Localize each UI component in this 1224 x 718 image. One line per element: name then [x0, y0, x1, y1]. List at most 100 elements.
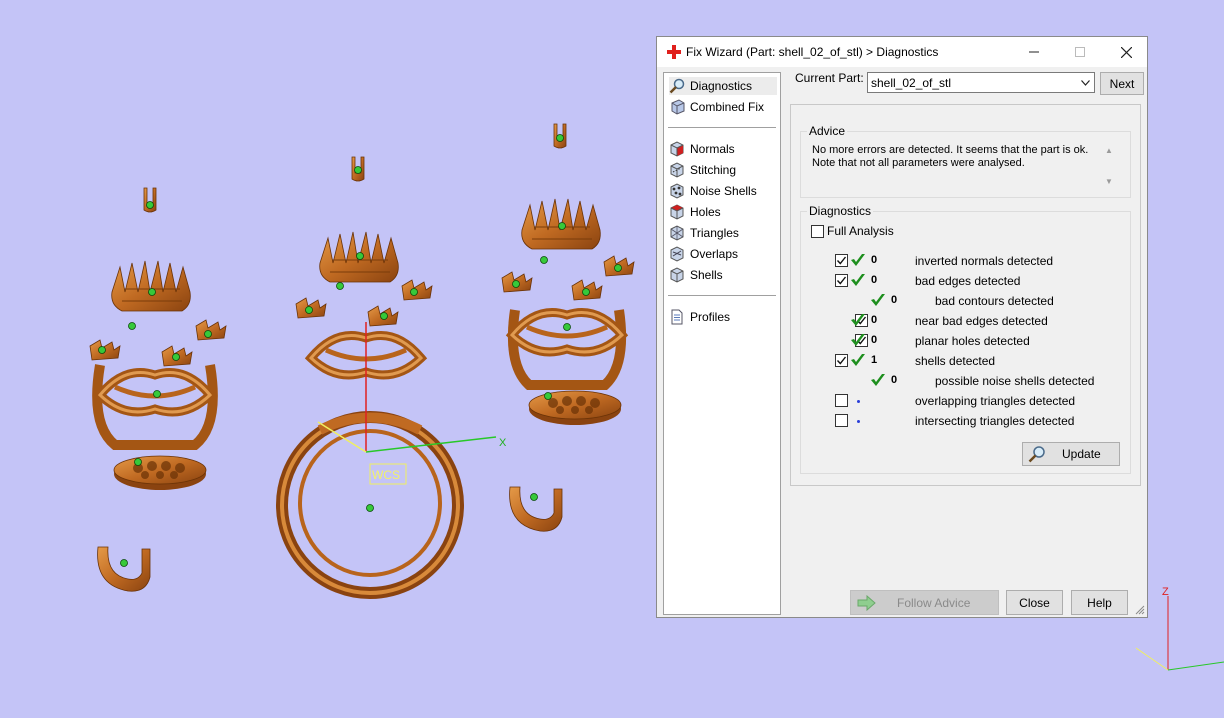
close-window-button[interactable] — [1103, 37, 1149, 67]
status-ok-icon — [850, 332, 866, 348]
diagnostic-count: 0 — [871, 334, 878, 346]
nav-label-diagnostics: Diagnostics — [690, 79, 753, 93]
overlaps-icon — [670, 246, 684, 262]
status-ok-icon — [850, 312, 866, 328]
nav-item-overlaps[interactable]: Overlaps — [669, 245, 738, 263]
nav-item-triangles[interactable]: Triangles — [669, 224, 739, 242]
full-analysis-label: Full Analysis — [827, 224, 894, 238]
diagnostic-label: bad contours detected — [935, 294, 1054, 308]
nav-label-shells: Shells — [690, 268, 723, 282]
current-part-value: shell_02_of_stl — [871, 76, 952, 90]
dialog-title: Fix Wizard (Part: shell_02_of_stl) > Dia… — [686, 45, 939, 59]
fix-wizard-dialog: Fix Wizard (Part: shell_02_of_stl) > Dia… — [656, 36, 1148, 618]
update-button[interactable]: Update — [1022, 442, 1120, 466]
nav-label-stitching: Stitching — [690, 163, 737, 177]
nav-item-profiles[interactable]: Profiles — [669, 308, 730, 326]
x-axis-label: X — [499, 437, 507, 449]
advice-title: Advice — [807, 124, 848, 138]
next-button[interactable]: Next — [1100, 72, 1144, 95]
status-ok-icon — [870, 372, 886, 388]
close-button[interactable]: Close — [1006, 590, 1063, 615]
title-bar[interactable]: Fix Wizard (Part: shell_02_of_stl) > Dia… — [657, 37, 1147, 67]
nav-label-noise-shells: Noise Shells — [690, 184, 757, 198]
nav-label-triangles: Triangles — [690, 226, 739, 240]
diagnostic-count: 1 — [871, 354, 878, 366]
diagnostic-checkbox[interactable] — [835, 414, 848, 427]
diagnostic-checkbox[interactable] — [835, 354, 848, 367]
nav-label-holes: Holes — [690, 205, 721, 219]
nav-label-profiles: Profiles — [690, 310, 731, 324]
combined-fix-icon — [671, 99, 685, 115]
nav-item-normals[interactable]: Normals — [669, 140, 735, 158]
follow-advice-label: Follow Advice — [897, 595, 971, 610]
diagnostic-label: planar holes detected — [915, 334, 1030, 348]
status-pending-icon — [857, 420, 860, 423]
nav-item-noise-shells[interactable]: Noise Shells — [669, 182, 757, 200]
nav-item-combined-fix[interactable]: Combined Fix — [669, 98, 764, 116]
update-label: Update — [1062, 447, 1101, 461]
advice-line: Note that not all parameters were analys… — [812, 157, 1025, 169]
center-ring-assembly — [276, 156, 464, 599]
maximize-icon — [1075, 47, 1085, 57]
status-ok-icon — [870, 292, 886, 308]
nav-item-diagnostics[interactable]: Diagnostics — [669, 77, 777, 95]
status-ok-icon — [850, 272, 866, 288]
document-icon — [671, 309, 683, 325]
diagnostic-count: 0 — [871, 314, 878, 326]
nav-label-normals: Normals — [690, 142, 735, 156]
red-cross-icon — [667, 45, 681, 59]
diagnostic-label: possible noise shells detected — [935, 374, 1095, 388]
diagnostic-label: shells detected — [915, 354, 996, 368]
advice-text: No more errors are detected. It seems th… — [812, 144, 1097, 170]
stitching-icon — [670, 162, 684, 178]
resize-grip-icon[interactable] — [1135, 605, 1145, 615]
nav-label-overlaps: Overlaps — [690, 247, 739, 261]
nav-separator — [668, 295, 776, 296]
current-part-select[interactable]: shell_02_of_stl — [867, 72, 1095, 93]
triangles-icon — [670, 225, 684, 241]
follow-advice-button[interactable]: Follow Advice — [850, 590, 999, 615]
diagnostic-count: 0 — [871, 274, 878, 286]
diagnostic-label: bad edges detected — [915, 274, 1021, 288]
holes-cube-icon — [670, 204, 684, 220]
help-button[interactable]: Help — [1071, 590, 1128, 615]
diagnostic-checkbox[interactable] — [835, 254, 848, 267]
shells-icon — [670, 267, 684, 283]
diagnostic-count: 0 — [871, 254, 878, 266]
status-ok-icon — [850, 252, 866, 268]
magnifier-icon — [1028, 446, 1045, 463]
nav-separator — [668, 127, 776, 128]
scroll-up-icon[interactable]: ▲ — [1105, 146, 1113, 155]
left-ring-assembly — [89, 187, 227, 592]
nav-item-stitching[interactable]: Stitching — [669, 161, 736, 179]
minimize-icon — [1029, 51, 1039, 53]
diagnostic-checkbox[interactable] — [835, 274, 848, 287]
corner-axis-triad: Z — [1135, 586, 1224, 671]
scroll-down-icon[interactable]: ▼ — [1105, 177, 1113, 186]
arrow-right-icon — [857, 594, 876, 611]
z-axis-label: Z — [1162, 586, 1169, 598]
minimize-button[interactable] — [1011, 37, 1057, 67]
diagnostic-label: intersecting triangles detected — [915, 414, 1075, 428]
diagnostic-label: inverted normals detected — [915, 254, 1054, 268]
status-ok-icon — [850, 352, 866, 368]
advice-line: No more errors are detected. It seems th… — [812, 144, 1089, 156]
current-part-label: Current Part: — [795, 71, 864, 85]
diagnostic-label: overlapping triangles detected — [915, 394, 1076, 408]
diagnostics-title: Diagnostics — [807, 204, 874, 218]
fix-category-panel: Diagnostics Combined Fix Normals Stitchi… — [663, 72, 781, 615]
close-icon — [1120, 46, 1132, 58]
magnifier-icon — [669, 78, 685, 94]
nav-label-combined-fix: Combined Fix — [690, 100, 765, 114]
diagnostic-count: 0 — [891, 294, 898, 306]
nav-item-shells[interactable]: Shells — [669, 266, 723, 284]
diagnostic-label: near bad edges detected — [915, 314, 1048, 328]
diagnostic-checkbox[interactable] — [835, 394, 848, 407]
chevron-down-icon[interactable] — [1076, 73, 1094, 92]
noise-shells-icon — [670, 183, 684, 199]
full-analysis-checkbox[interactable] — [811, 225, 824, 238]
status-pending-icon — [857, 400, 860, 403]
nav-item-holes[interactable]: Holes — [669, 203, 721, 221]
wcs-label: WCS — [372, 468, 400, 482]
maximize-button[interactable] — [1057, 37, 1103, 67]
